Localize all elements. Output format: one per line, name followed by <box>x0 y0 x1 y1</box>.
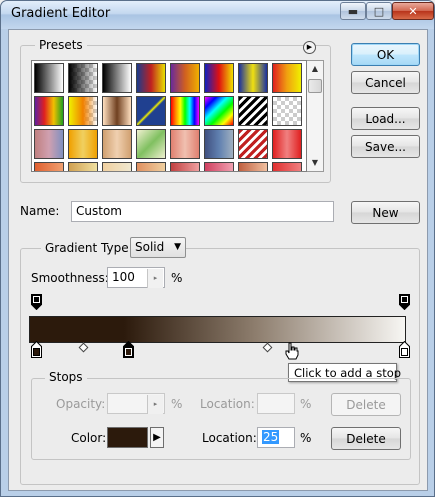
presets-scrollbar[interactable]: ▲ ▼ <box>307 60 324 172</box>
preset-swatch[interactable] <box>204 96 234 126</box>
preset-swatch[interactable] <box>170 96 200 126</box>
close-button[interactable]: ✕ <box>392 2 434 20</box>
flyout-menu-icon[interactable]: ▶ <box>303 41 316 54</box>
preset-swatch[interactable] <box>170 63 200 93</box>
cancel-button[interactable]: Cancel <box>351 71 420 94</box>
preset-swatch[interactable] <box>136 129 166 159</box>
preset-swatch[interactable] <box>170 162 200 171</box>
opacity-unit: % <box>171 397 183 411</box>
color-stop-swatch[interactable] <box>107 427 148 448</box>
save-button[interactable]: Save... <box>351 135 420 158</box>
maximize-icon: □ <box>373 4 385 18</box>
preset-swatch[interactable] <box>34 96 64 126</box>
scroll-up-icon[interactable]: ▲ <box>307 61 323 77</box>
smoothness-label: Smoothness: <box>31 271 109 285</box>
chevron-down-icon: ▼ <box>174 242 181 252</box>
smoothness-value: 100 <box>112 270 135 284</box>
opacity-input[interactable]: ▸ <box>107 393 165 414</box>
preset-swatch[interactable] <box>238 63 268 93</box>
scroll-down-icon[interactable]: ▼ <box>307 155 323 171</box>
preset-swatch[interactable] <box>272 129 302 159</box>
color-menu-arrow-icon[interactable]: ▶ <box>150 427 164 448</box>
gradient-type-value: Solid <box>135 240 165 254</box>
preset-swatch[interactable] <box>272 162 302 171</box>
preset-swatch[interactable] <box>68 63 98 93</box>
opacity-location-unit: % <box>300 397 312 411</box>
preset-swatch[interactable] <box>204 129 234 159</box>
preset-swatch[interactable] <box>272 63 302 93</box>
color-location-label: Location: <box>202 431 257 445</box>
stops-label: Stops <box>45 370 87 384</box>
color-location-value: 25 <box>262 430 280 444</box>
maximize-button[interactable]: □ <box>366 2 392 20</box>
smoothness-unit: % <box>171 271 183 285</box>
window-title: Gradient Editor <box>11 6 111 21</box>
preset-swatch[interactable] <box>102 96 132 126</box>
preset-swatch[interactable] <box>136 96 166 126</box>
load-button[interactable]: Load... <box>351 107 420 130</box>
preset-swatch[interactable] <box>136 162 166 171</box>
opacity-location-label: Location: <box>200 397 255 411</box>
preset-swatch[interactable] <box>238 162 268 171</box>
minimize-button[interactable]: ▬ <box>340 2 366 20</box>
hand-cursor-icon <box>285 342 299 360</box>
smoothness-stepper-icon[interactable]: ▸ <box>147 269 163 288</box>
preset-swatch[interactable] <box>102 162 132 171</box>
new-button[interactable]: New <box>351 201 420 224</box>
preset-swatch[interactable] <box>68 96 98 126</box>
opacity-stop-left-icon[interactable] <box>31 294 42 310</box>
preset-swatch[interactable] <box>34 129 64 159</box>
opacity-label: Opacity: <box>56 397 106 411</box>
gradient-type-label: Gradient Type: <box>41 241 137 255</box>
title-bar[interactable]: Gradient Editor ▬ □ ✕ <box>1 1 434 29</box>
color-stop-selected-icon[interactable] <box>123 341 134 358</box>
ok-button[interactable]: OK <box>351 43 420 66</box>
name-input[interactable]: Custom <box>71 201 334 222</box>
color-location-input[interactable]: 25 <box>257 427 295 448</box>
preset-swatch[interactable] <box>170 129 200 159</box>
opacity-stop-right-icon[interactable] <box>399 294 410 310</box>
name-label: Name: <box>20 204 60 218</box>
preset-swatch[interactable] <box>68 162 98 171</box>
color-stop-left-icon[interactable] <box>31 341 42 358</box>
preset-swatch[interactable] <box>238 129 268 159</box>
gradient-editor-window: Gradient Editor ▬ □ ✕ Presets ▶ ▲ ▼ OK C… <box>0 0 435 497</box>
opacity-delete-button[interactable]: Delete <box>331 393 401 416</box>
preset-swatch[interactable] <box>136 63 166 93</box>
color-label: Color: <box>71 431 107 445</box>
gradient-type-select[interactable]: Solid ▼ <box>130 237 186 258</box>
preset-swatch[interactable] <box>204 63 234 93</box>
opacity-location-input[interactable] <box>257 393 295 414</box>
close-icon: ✕ <box>408 4 418 18</box>
gradient-preview-bar[interactable] <box>29 316 406 343</box>
smoothness-input[interactable]: 100 ▸ <box>107 267 165 288</box>
preset-swatch[interactable] <box>204 162 234 171</box>
minimize-icon: ▬ <box>347 4 359 18</box>
scroll-thumb[interactable] <box>308 79 322 93</box>
opacity-stepper-icon[interactable]: ▸ <box>147 395 163 414</box>
color-stop-right-icon[interactable] <box>399 341 410 358</box>
preset-swatch[interactable] <box>102 63 132 93</box>
preset-swatch[interactable] <box>34 63 64 93</box>
presets-swatch-grid[interactable] <box>31 60 307 172</box>
preset-swatch[interactable] <box>272 96 302 126</box>
preset-swatch[interactable] <box>102 129 132 159</box>
preset-swatch[interactable] <box>68 129 98 159</box>
preset-swatch[interactable] <box>238 96 268 126</box>
color-location-unit: % <box>300 431 312 445</box>
presets-label: Presets <box>35 38 87 52</box>
color-delete-button[interactable]: Delete <box>331 427 401 450</box>
preset-swatch[interactable] <box>34 162 64 171</box>
